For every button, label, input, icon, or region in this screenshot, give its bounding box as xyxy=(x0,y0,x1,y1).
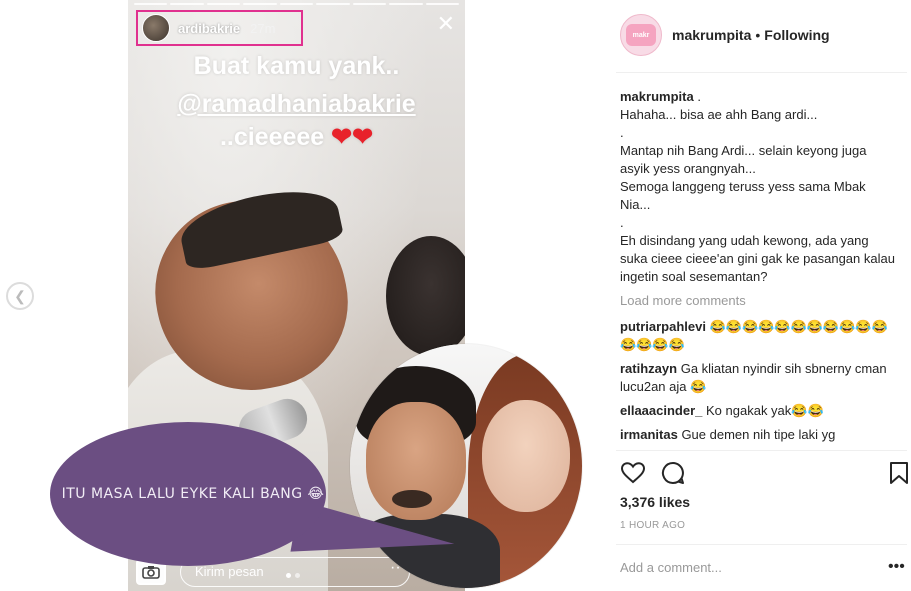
post-details-panel: makr makrumpita • Following makrumpita .… xyxy=(604,0,911,591)
caption-line: Mantap nih Bang Ardi... selain keyong ju… xyxy=(620,143,867,176)
story-caption-line3: ..cieeeee ❤❤ xyxy=(128,122,465,152)
caption-line: Semoga langgeng teruss yess sama Mbak Ni… xyxy=(620,179,866,212)
header-divider xyxy=(616,72,907,73)
hearts-icon: ❤❤ xyxy=(331,123,374,151)
progress-segment xyxy=(279,3,314,5)
actions-divider xyxy=(616,450,907,451)
progress-segment xyxy=(352,3,387,5)
comment-user[interactable]: ellaaacinder_ xyxy=(620,403,702,418)
comment-item: putriarpahlevi 😂😂😂😂😂😂😂😂😂😂😂😂😂😂😂 xyxy=(620,318,896,354)
caption-line: . xyxy=(620,125,624,140)
comment-user[interactable]: ratihzayn xyxy=(620,361,677,376)
caption-line: Hahaha... bisa ae ahh Bang ardi... xyxy=(620,107,818,122)
comment-icon[interactable] xyxy=(660,460,686,486)
comments-list: makrumpita . Hahaha... bisa ae ahh Bang … xyxy=(620,88,896,446)
post-caption: makrumpita . Hahaha... bisa ae ahh Bang … xyxy=(620,89,895,284)
speech-bubble-text: ITU MASA LALU EYKE KALI BANG 😂 xyxy=(61,486,325,502)
story-username[interactable]: ardibakrie xyxy=(178,21,240,36)
chevron-left-icon: ❮ xyxy=(14,287,26,304)
progress-segment xyxy=(170,3,204,5)
progress-segment xyxy=(425,3,459,5)
story-caption-text: ..cieeeee xyxy=(219,123,325,151)
progress-segment xyxy=(243,3,277,5)
post-timestamp: 1 HOUR AGO xyxy=(620,520,686,531)
comment-input-divider xyxy=(616,544,907,545)
story-avatar[interactable] xyxy=(142,14,170,42)
comment-item: ellaaacinder_ Ko ngakak yak😂😂 xyxy=(620,402,896,420)
comment-item: ratihzayn Ga kliatan nyindir sih sbnerny… xyxy=(620,360,896,396)
story-user-header[interactable]: ardibakrie 27m xyxy=(136,10,303,46)
load-more-comments-link[interactable]: Load more comments xyxy=(620,292,896,310)
more-options-icon[interactable]: ••• xyxy=(888,558,905,576)
caption-line: . xyxy=(620,215,624,230)
caption-author[interactable]: makrumpita xyxy=(620,89,694,104)
progress-segment xyxy=(316,3,350,5)
comment-text: Ko ngakak yak😂😂 xyxy=(706,403,824,418)
bookmark-icon[interactable] xyxy=(886,460,911,486)
story-progress-bar xyxy=(134,3,459,5)
add-comment-input[interactable]: Add a comment... xyxy=(620,560,870,575)
comment-user[interactable]: irmanitas xyxy=(620,427,678,442)
brand-logo: makr xyxy=(626,24,656,46)
progress-segment xyxy=(206,3,241,5)
author-username[interactable]: makrumpita xyxy=(672,27,751,43)
speech-bubble: ITU MASA LALU EYKE KALI BANG 😂 xyxy=(50,422,326,566)
story-caption-line1: Buat kamu yank.. xyxy=(193,52,400,80)
comment-text: Gue demen nih tipe laki yg xyxy=(681,427,836,442)
post-header: makr makrumpita • Following xyxy=(604,12,907,58)
progress-segment xyxy=(389,3,423,5)
author-avatar[interactable]: makr xyxy=(620,14,662,56)
close-icon[interactable]: ✕ xyxy=(437,13,455,35)
heart-icon[interactable] xyxy=(620,460,646,486)
likes-count[interactable]: 3,376 likes xyxy=(620,494,690,510)
comment-user[interactable]: putriarpahlevi xyxy=(620,319,706,334)
follow-status-button[interactable]: Following xyxy=(764,27,829,43)
man-beard-shape xyxy=(392,490,432,508)
story-page-dots xyxy=(286,573,300,578)
separator-dot: • xyxy=(755,27,761,43)
post-actions xyxy=(620,460,908,488)
story-timestamp: 27m xyxy=(250,20,276,36)
previous-post-button[interactable]: ❮ xyxy=(6,282,34,310)
progress-segment xyxy=(134,3,168,5)
woman-face-shape xyxy=(482,400,570,512)
caption-line: Eh disindang yang udah kewong, ada yang … xyxy=(620,233,895,284)
comment-item: irmanitas Gue demen nih tipe laki yg xyxy=(620,426,896,444)
story-mention[interactable]: @ramadhaniabakrie xyxy=(128,90,465,119)
